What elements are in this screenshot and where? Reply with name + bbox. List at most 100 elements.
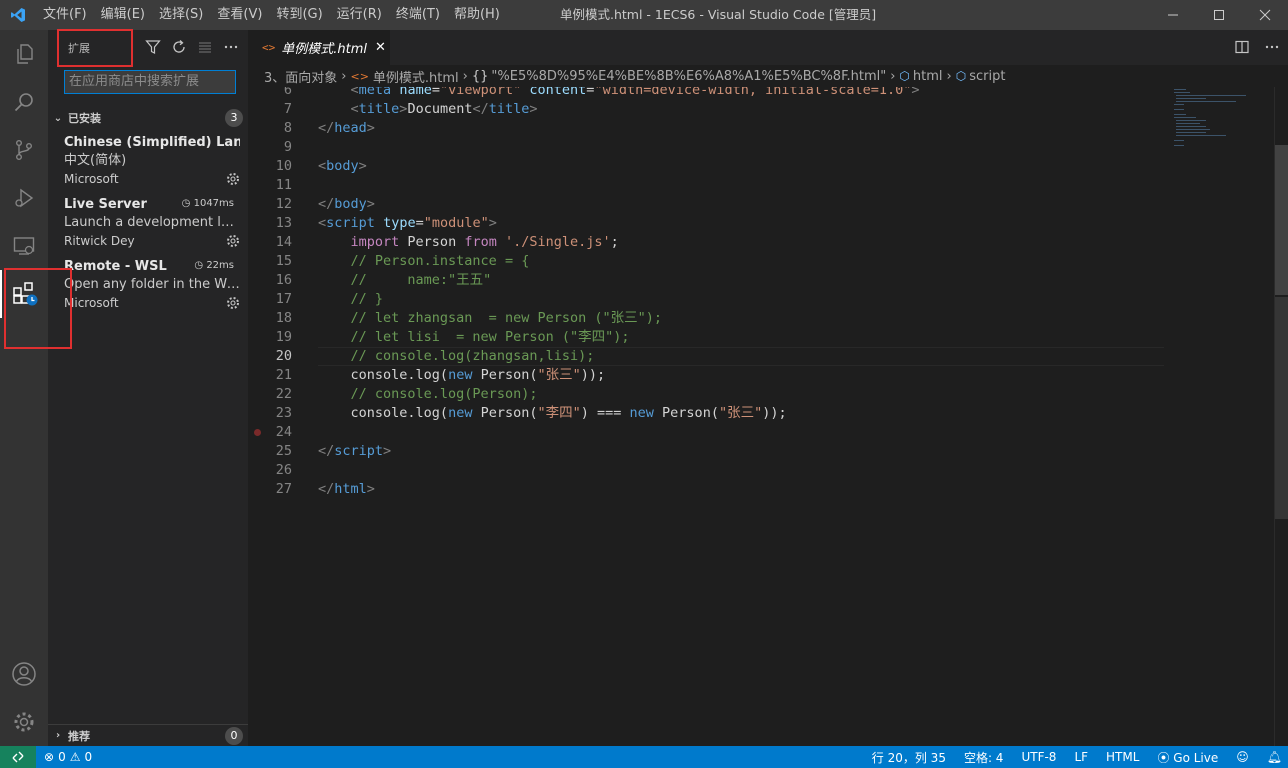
minimize-icon[interactable]: [1150, 0, 1196, 30]
code-editor[interactable]: 6 <meta name="viewport" content="width=d…: [248, 87, 1274, 746]
breadcrumb-file[interactable]: 单例模式.html: [373, 67, 459, 86]
remote-indicator-icon[interactable]: [0, 746, 36, 768]
accounts-icon[interactable]: [0, 650, 48, 698]
search-icon[interactable]: [0, 78, 48, 126]
source-control-icon[interactable]: [0, 126, 48, 174]
recommended-label: 推荐: [68, 729, 90, 743]
menu-edit[interactable]: 编辑(E): [94, 0, 152, 30]
explorer-icon[interactable]: [0, 30, 48, 78]
menu-go[interactable]: 转到(G): [269, 0, 329, 30]
line-code: </html>: [318, 480, 375, 499]
extension-search-input[interactable]: 在应用商店中搜索扩展: [64, 70, 236, 94]
close-icon[interactable]: [1242, 0, 1288, 30]
scrollbar-thumb[interactable]: [1275, 145, 1288, 295]
breadcrumb-folder[interactable]: 3、面向对象: [264, 67, 337, 86]
line-code: <meta name="viewport" content="width=dev…: [318, 87, 920, 100]
code-line[interactable]: 19 // let lisi = new Person ("李四");: [248, 328, 1274, 347]
code-line[interactable]: 20 // console.log(zhangsan,lisi);: [248, 347, 1274, 366]
extensions-sidebar: 扩展 在应用商店中搜索扩展 ⌄ 已安装 3 Chinese (Simplifie…: [48, 30, 248, 746]
code-line[interactable]: 18 // let zhangsan = new Person ("张三");: [248, 309, 1274, 328]
code-line[interactable]: 6 <meta name="viewport" content="width=d…: [248, 87, 1274, 100]
code-line[interactable]: 8 </head>: [248, 119, 1274, 138]
breadcrumb-script[interactable]: script: [969, 69, 1005, 84]
split-editor-icon[interactable]: [1234, 39, 1250, 59]
extension-item[interactable]: Chinese (Simplified) Lan... 中文(简体) Micro…: [64, 134, 240, 196]
code-line[interactable]: 25 </script>: [248, 442, 1274, 461]
remote-explorer-icon[interactable]: [0, 222, 48, 270]
code-line[interactable]: 15 // Person.instance = {: [248, 252, 1274, 271]
status-right: 行 20，列 35 空格: 4 UTF-8 LF HTML ⦿ Go Live …: [872, 746, 1282, 768]
code-line[interactable]: 24: [248, 423, 1274, 442]
extension-item[interactable]: Remote - WSL ◷ 22ms Open any folder in t…: [64, 258, 240, 320]
maximize-icon[interactable]: [1196, 0, 1242, 30]
warning-count: 0: [84, 750, 93, 764]
installed-count-badge: 3: [225, 109, 243, 127]
manage-gear-icon[interactable]: [226, 296, 240, 314]
code-line[interactable]: 16 // name:"王五": [248, 271, 1274, 290]
installed-section-header[interactable]: ⌄ 已安装 3: [48, 107, 248, 129]
code-line[interactable]: 11: [248, 176, 1274, 195]
code-token: >: [911, 87, 920, 98]
line-code: <body>: [318, 157, 367, 176]
code-line[interactable]: 12 </body>: [248, 195, 1274, 214]
problems-indicator[interactable]: ⊗ 0 ⚠ 0: [44, 750, 92, 764]
language-mode[interactable]: HTML: [1106, 750, 1139, 764]
filter-icon[interactable]: [144, 38, 162, 56]
line-code: // console.log(Person);: [318, 385, 538, 404]
extension-publisher: Microsoft: [64, 172, 119, 186]
vertical-scrollbar[interactable]: [1274, 87, 1288, 746]
breadcrumb-html[interactable]: html: [913, 69, 943, 84]
code-line[interactable]: 27 </html>: [248, 480, 1274, 499]
clear-icon[interactable]: [196, 38, 214, 56]
line-number: 6: [283, 87, 292, 98]
extension-item[interactable]: Live Server ◷ 1047ms Launch a developmen…: [64, 196, 240, 258]
code-token: // let lisi = new Person ("李四");: [350, 329, 630, 345]
menu-selection[interactable]: 选择(S): [152, 0, 210, 30]
manage-gear-icon[interactable]: [226, 234, 240, 252]
run-debug-icon[interactable]: [0, 174, 48, 222]
more-actions-icon[interactable]: [222, 38, 240, 56]
recommended-section-header[interactable]: › 推荐 0: [48, 724, 248, 746]
encoding[interactable]: UTF-8: [1021, 750, 1056, 764]
menu-terminal[interactable]: 终端(T): [389, 0, 447, 30]
menu-help[interactable]: 帮助(H): [447, 0, 507, 30]
code-line[interactable]: 26: [248, 461, 1274, 480]
code-line[interactable]: 22 // console.log(Person);: [248, 385, 1274, 404]
refresh-icon[interactable]: [170, 38, 188, 56]
notifications-bell-icon[interactable]: 🔔︎: [1267, 750, 1282, 764]
more-actions-icon[interactable]: [1264, 39, 1280, 59]
code-line[interactable]: 14 import Person from './Single.js';: [248, 233, 1274, 252]
code-line[interactable]: 9: [248, 138, 1274, 157]
cursor-position[interactable]: 行 20，列 35: [872, 749, 946, 766]
end-of-line[interactable]: LF: [1074, 750, 1088, 764]
code-line[interactable]: 10 <body>: [248, 157, 1274, 176]
status-bar: ⊗ 0 ⚠ 0 行 20，列 35 空格: 4 UTF-8 LF HTML ⦿ …: [0, 746, 1288, 768]
indentation[interactable]: 空格: 4: [964, 749, 1004, 766]
code-line[interactable]: 23 console.log(new Person("李四") === new …: [248, 404, 1274, 423]
editor-tab[interactable]: <> 单例模式.html ✕: [248, 30, 390, 65]
code-line[interactable]: 7 <title>Document</title>: [248, 100, 1274, 119]
tab-label: 单例模式.html: [281, 42, 367, 57]
code-token: >: [488, 215, 497, 231]
minimap[interactable]: [1170, 87, 1274, 746]
feedback-icon[interactable]: ☺: [1236, 750, 1249, 764]
code-token: >: [366, 196, 375, 212]
menu-bar: 文件(F) 编辑(E) 选择(S) 查看(V) 转到(G) 运行(R) 终端(T…: [36, 0, 507, 30]
menu-view[interactable]: 查看(V): [210, 0, 269, 30]
close-tab-icon[interactable]: ✕: [375, 40, 386, 55]
code-token: Person: [399, 234, 465, 250]
code-line[interactable]: 13 <script type="module">: [248, 214, 1274, 233]
go-live-button[interactable]: ⦿ Go Live: [1157, 749, 1218, 766]
installed-label: 已安装: [68, 112, 101, 125]
code-line[interactable]: 21 console.log(new Person("张三"));: [248, 366, 1274, 385]
menu-file[interactable]: 文件(F): [36, 0, 94, 30]
code-line[interactable]: 17 // }: [248, 290, 1274, 309]
settings-gear-icon[interactable]: [0, 698, 48, 746]
line-number: 9: [283, 139, 292, 155]
menu-run[interactable]: 运行(R): [330, 0, 389, 30]
line-number: 16: [275, 272, 292, 288]
manage-gear-icon[interactable]: [226, 172, 240, 190]
breadcrumb-object[interactable]: "%E5%8D%95%E4%BE%8B%E6%A8%A1%E5%BC%8F.ht…: [491, 69, 886, 84]
